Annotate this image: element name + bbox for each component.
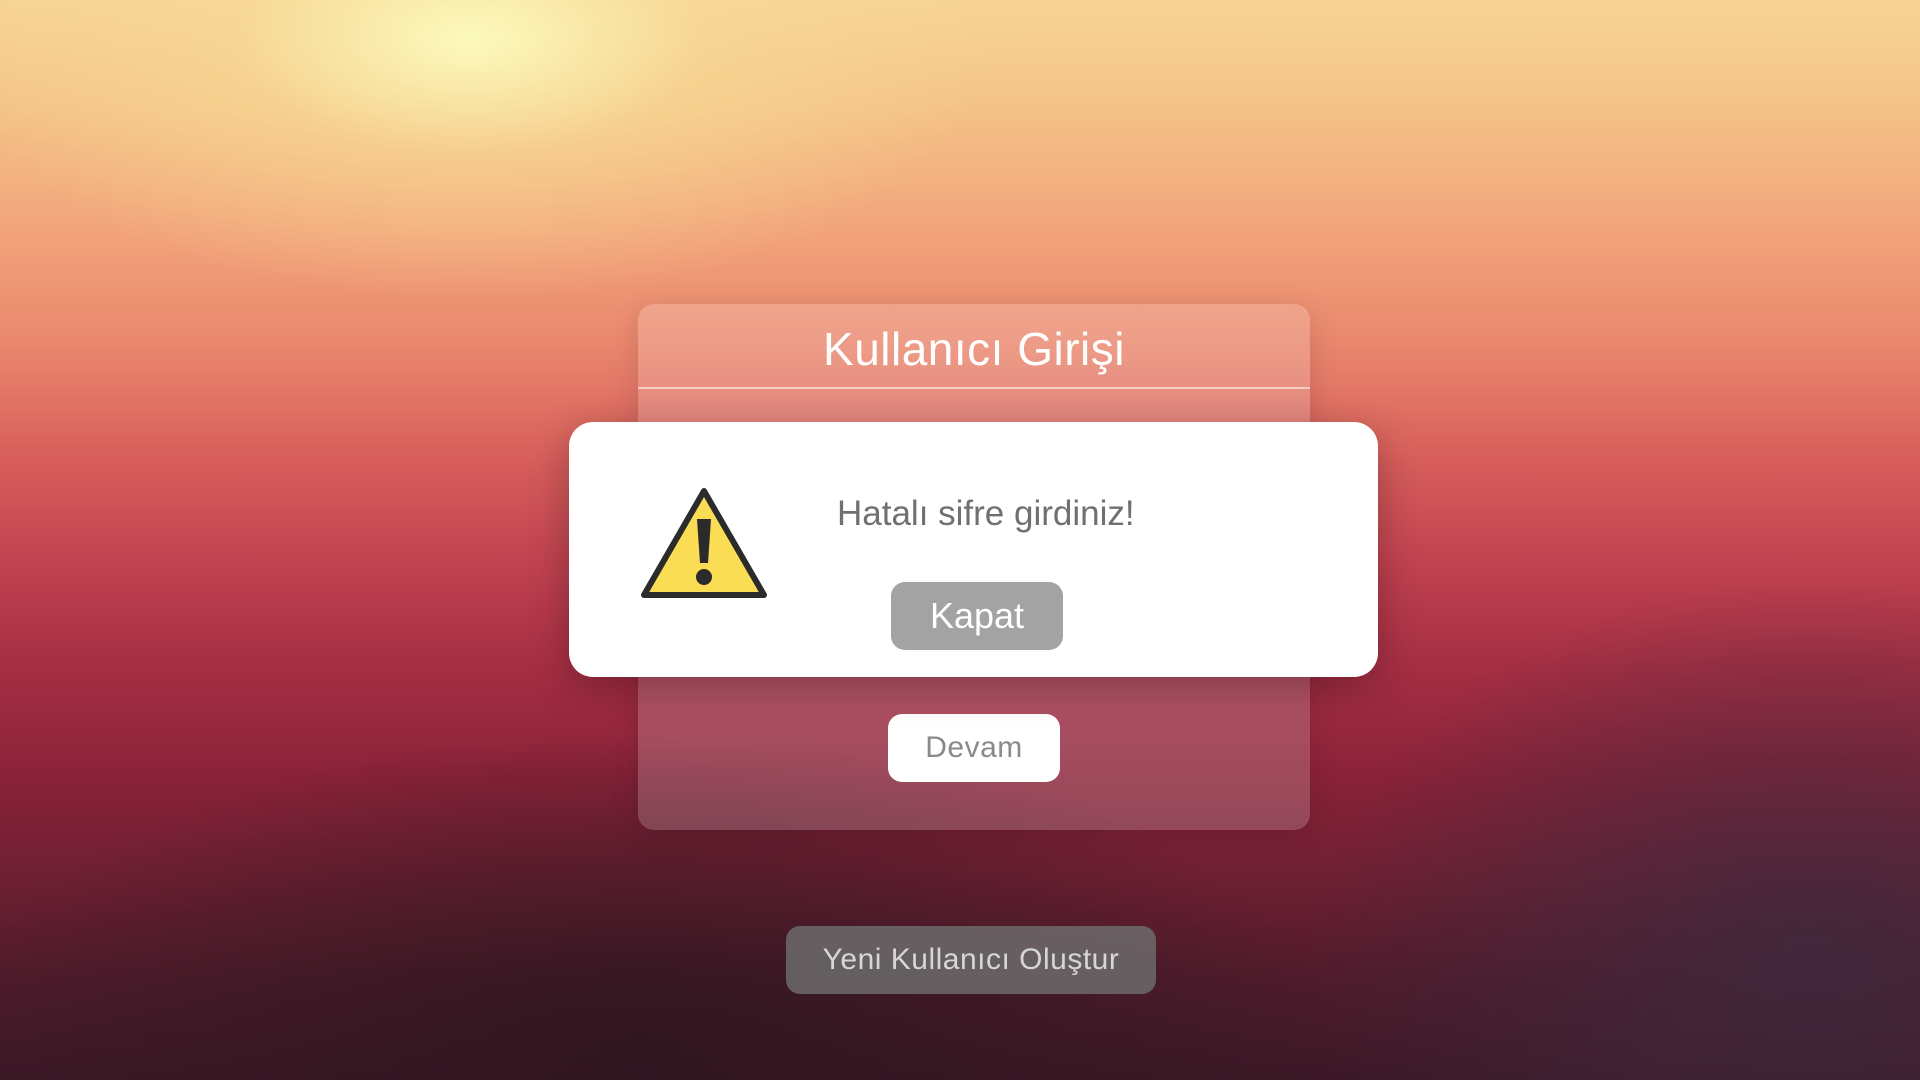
continue-button[interactable]: Devam — [888, 714, 1060, 782]
title-divider — [638, 387, 1310, 389]
alert-dialog: Hatalı sifre girdiniz! Kapat — [569, 422, 1378, 677]
warning-triangle-icon — [641, 488, 767, 598]
create-user-button[interactable]: Yeni Kullanıcı Oluştur — [786, 926, 1156, 994]
alert-message: Hatalı sifre girdiniz! — [837, 494, 1135, 533]
close-button[interactable]: Kapat — [891, 582, 1063, 650]
login-title: Kullanıcı Girişi — [823, 323, 1125, 375]
